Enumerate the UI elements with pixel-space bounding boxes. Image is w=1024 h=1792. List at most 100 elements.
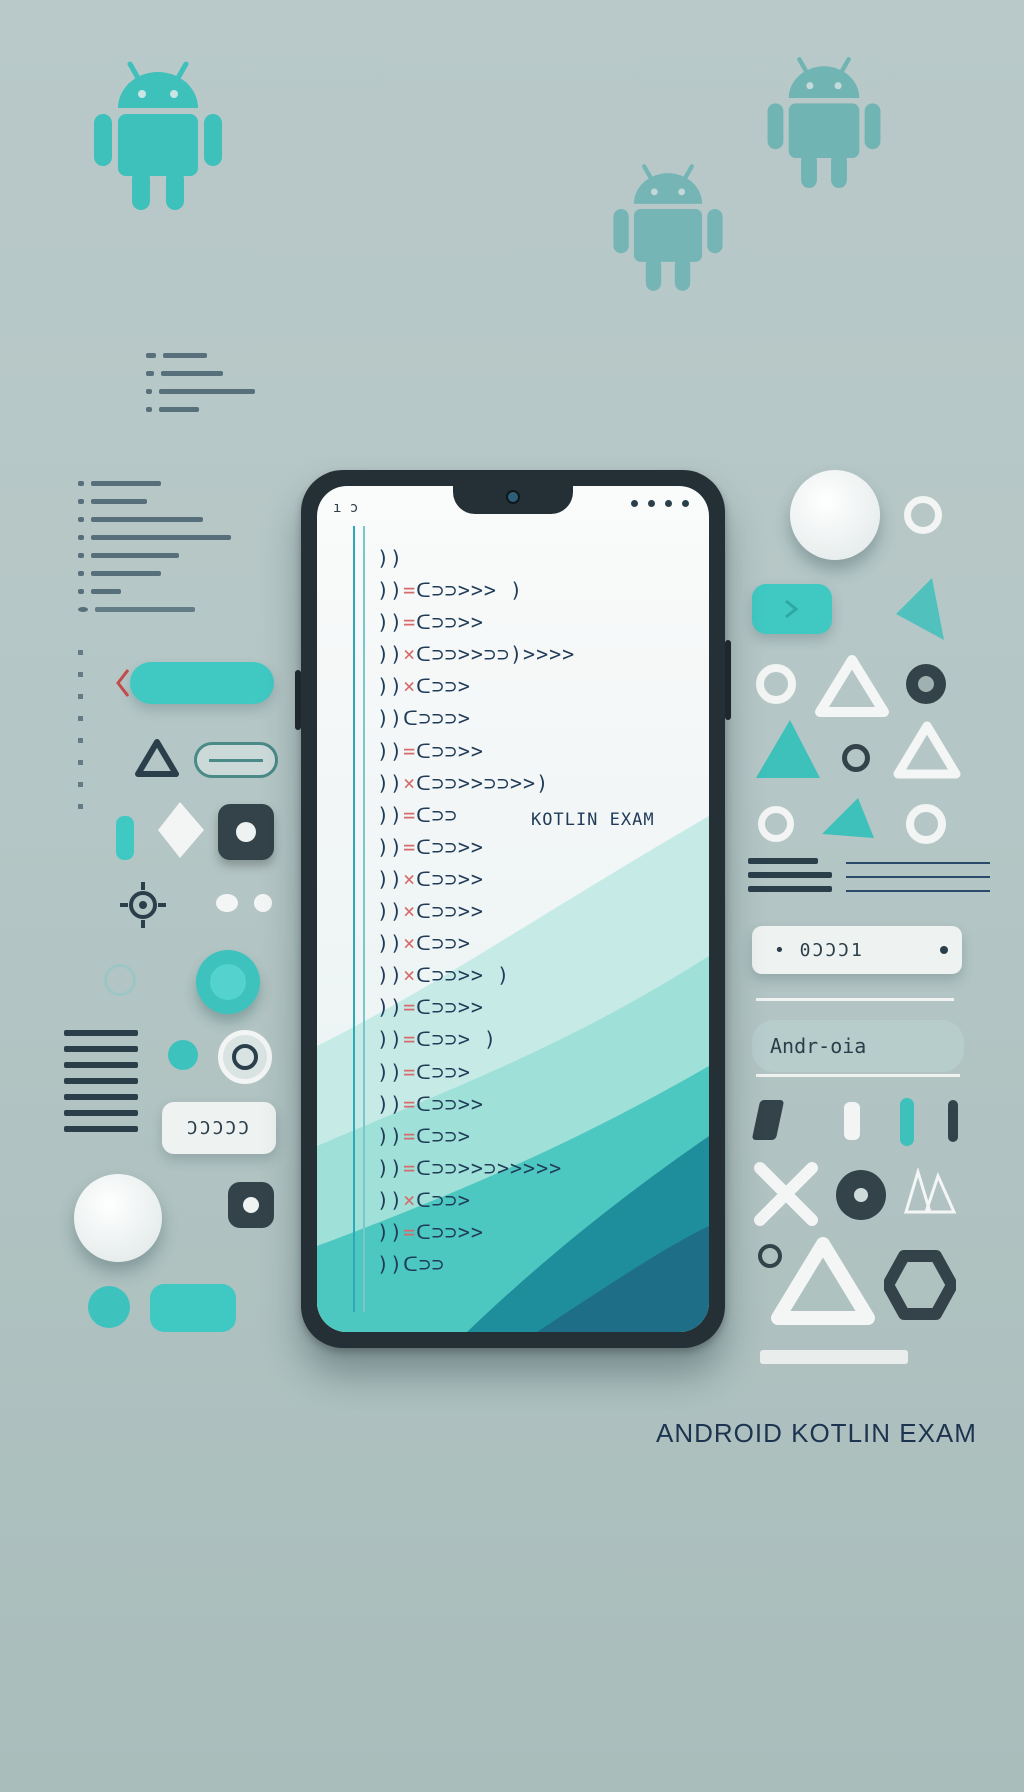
code-line-prefix: )) [377, 1219, 404, 1244]
code-line-prefix: )) [377, 1123, 404, 1148]
teal-capsule [150, 1284, 236, 1332]
code-line-body: ᑕ⊃⊃> [416, 674, 471, 699]
target-icon [218, 1030, 272, 1084]
status-dots [631, 500, 689, 507]
triangle-icon [771, 1237, 875, 1325]
status-glyph: ı ͻ [333, 500, 359, 516]
teal-slab [900, 1098, 914, 1146]
code-line: ))×ᑕ⊃⊃>>⊃⊃)>>>> [377, 642, 699, 674]
left-dot-column [78, 650, 98, 814]
x-icon [754, 1162, 818, 1226]
outline-triangles-icon [904, 1168, 957, 1214]
code-line-body: ᑕ⊃⊃> [416, 931, 471, 956]
ring-icon [756, 664, 796, 704]
code-line: ))=ᑕ⊃⊃>> [377, 1220, 699, 1252]
teal-triangle-icon [756, 720, 820, 778]
right-bottom-bar [760, 1350, 908, 1364]
volume-button[interactable] [295, 670, 301, 730]
diamond-icon [158, 802, 204, 858]
teal-ball [88, 1286, 130, 1328]
code-line: ))=ᑕ⊃⊃>> [377, 995, 699, 1027]
code-line-body: ᑕ⊃⊃> [416, 1059, 471, 1084]
teal-dot [168, 1040, 198, 1070]
white-slab [844, 1102, 860, 1140]
code-line-prefix: )) [377, 706, 404, 731]
teal-wedge-icon [822, 798, 874, 838]
code-line-marker: × [403, 642, 417, 667]
code-line-marker: × [403, 674, 417, 699]
code-line-marker: × [403, 931, 417, 956]
left-dark-square [218, 804, 274, 860]
code-line-prefix: )) [377, 1027, 404, 1052]
code-line: )) [377, 546, 699, 578]
code-line-body: ᑕ⊃⊃>>⊃⊃>>) [416, 770, 550, 795]
code-line: ))×ᑕ⊃⊃>> [377, 899, 699, 931]
code-line: ))=ᑕ⊃⊃>> [377, 835, 699, 867]
left-stripe-icon [64, 1030, 138, 1132]
hexagon-icon [884, 1250, 956, 1320]
chevron-left-icon [116, 669, 130, 697]
code-line-marker: = [403, 1219, 417, 1244]
code-line-body: ᑕ⊃⊃>> [416, 866, 484, 891]
right-thin-lines [846, 862, 990, 892]
ring-icon [758, 806, 794, 842]
code-line: ))=ᑕ⊃⊃>> [377, 610, 699, 642]
code-line: ))=ᑕ⊃⊃>> [377, 739, 699, 771]
dark-slab [948, 1100, 958, 1142]
code-line: ))×ᑕ⊃⊃> [377, 674, 699, 706]
code-line: ))×ᑕ⊃⊃>> [377, 867, 699, 899]
power-button[interactable] [725, 640, 731, 720]
teal-orb[interactable] [196, 950, 260, 1014]
code-line-body: ᑕ⊃⊃>> [416, 610, 484, 635]
code-line-prefix: )) [377, 834, 404, 859]
code-line-body: ᑕ⊃⊃⊃> [403, 706, 471, 731]
code-line-marker: × [403, 770, 417, 795]
code-line: ))×ᑕ⊃⊃>>⊃⊃>>) [377, 771, 699, 803]
code-line: ))×ᑕ⊃⊃> [377, 1188, 699, 1220]
code-line: ))=ᑕ⊃⊃>>⊃>>>>> [377, 1156, 699, 1188]
code-line-prefix: )) [377, 546, 404, 570]
android-robot-icon [613, 164, 723, 291]
code-line-body: ᑕ⊃⊃>>⊃>>>>> [416, 1155, 563, 1180]
code-line-body: ᑕ⊃⊃> ) [416, 1027, 497, 1052]
indent-guide [353, 526, 355, 1312]
phone-mockup: ı ͻ ))))=ᑕ⊃⊃>>> )))=ᑕ⊃⊃>>))×ᑕ⊃⊃>>⊃⊃)>>>>… [295, 470, 731, 1348]
code-line-prefix: )) [377, 1155, 404, 1180]
code-line-marker: = [403, 1123, 417, 1148]
right-code-pill[interactable]: • 0ƆƆƆ1 [752, 926, 962, 974]
code-line-prefix: )) [377, 963, 404, 988]
code-line: ))=ᑕ⊃⊃> [377, 1060, 699, 1092]
android-robot-icon [94, 61, 222, 210]
code-line-prefix: )) [377, 931, 404, 956]
left-code-pill-text: ƆƆƆƆƆ [186, 1117, 252, 1139]
right-android-chip[interactable]: Andr-oia [752, 1020, 964, 1072]
left-teal-pill[interactable] [130, 662, 274, 704]
code-line-prefix: )) [377, 770, 404, 795]
left-small-teal-bar [116, 816, 134, 860]
left-code-pill[interactable]: ƆƆƆƆƆ [162, 1102, 276, 1154]
notch [453, 486, 573, 514]
code-line-marker: = [403, 1091, 417, 1116]
code-line-body: ᑕ⊃⊃>>⊃⊃)>>>> [416, 642, 576, 667]
code-line-body: ᑕ⊃⊃>> [416, 899, 484, 924]
code-line-marker: = [403, 1059, 417, 1084]
code-line-body: ᑕ⊃⊃>> ) [416, 963, 510, 988]
white-sphere-large [790, 470, 880, 560]
right-teal-button[interactable] [752, 584, 832, 634]
left-outline-pill[interactable] [194, 742, 278, 778]
android-robot-icon [767, 57, 881, 189]
right-divider [756, 998, 954, 1001]
code-line-body: ᑕ⊃⊃>>> ) [416, 578, 524, 603]
code-line: ))=ᑕ⊃⊃>>> ) [377, 578, 699, 610]
teal-arrow-icon [896, 578, 944, 640]
code-line: ))=ᑕ⊃⊃>> [377, 1092, 699, 1124]
code-line: ))ᑕ⊃⊃⊃> [377, 706, 699, 738]
code-line-prefix: )) [377, 642, 404, 667]
code-line-marker: = [403, 1155, 417, 1180]
right-code-pill-text: • 0ƆƆƆ1 [774, 939, 864, 961]
code-line-marker: = [403, 995, 417, 1020]
code-line-marker: = [403, 834, 417, 859]
ring-icon [904, 496, 942, 534]
white-sphere [74, 1174, 162, 1262]
code-line: ))=ᑕ⊃⊃> ) [377, 1027, 699, 1059]
